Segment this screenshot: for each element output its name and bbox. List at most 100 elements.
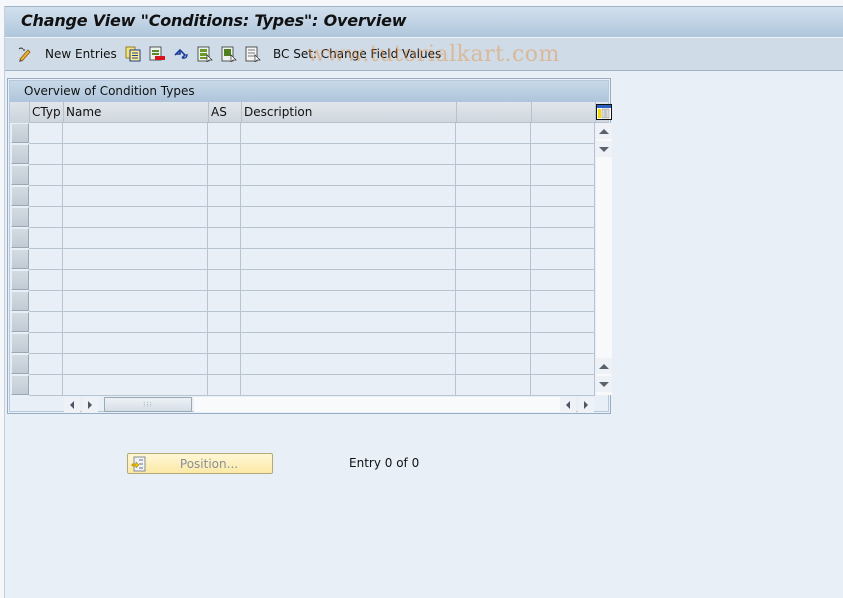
table-cell[interactable] bbox=[531, 354, 595, 374]
row-selector[interactable] bbox=[11, 144, 29, 164]
column-header-6[interactable] bbox=[532, 102, 596, 123]
table-row[interactable] bbox=[29, 354, 595, 375]
table-cell[interactable] bbox=[456, 333, 531, 353]
table-cell[interactable] bbox=[208, 270, 241, 290]
row-selector[interactable] bbox=[11, 291, 29, 311]
horizontal-scrollbar[interactable]: ⁝⁝⁝ bbox=[64, 397, 594, 413]
scroll-right-button[interactable] bbox=[82, 397, 98, 413]
table-cell[interactable] bbox=[531, 144, 595, 164]
table-cell[interactable] bbox=[208, 291, 241, 311]
table-cell[interactable] bbox=[63, 207, 208, 227]
table-cell[interactable] bbox=[29, 375, 63, 395]
select-block-button[interactable] bbox=[221, 45, 237, 63]
table-cell[interactable] bbox=[208, 249, 241, 269]
table-cell[interactable] bbox=[531, 165, 595, 185]
table-cell[interactable] bbox=[241, 312, 456, 332]
table-cell[interactable] bbox=[531, 228, 595, 248]
table-cell[interactable] bbox=[241, 249, 456, 269]
table-cell[interactable] bbox=[456, 123, 531, 143]
table-cell[interactable] bbox=[63, 249, 208, 269]
column-header-description[interactable]: Description bbox=[242, 102, 457, 123]
table-cell[interactable] bbox=[456, 354, 531, 374]
page-down-button[interactable] bbox=[596, 141, 612, 157]
table-cell[interactable] bbox=[241, 165, 456, 185]
scroll-down-button[interactable] bbox=[596, 376, 612, 392]
table-cell[interactable] bbox=[208, 144, 241, 164]
table-cell[interactable] bbox=[29, 270, 63, 290]
table-row[interactable] bbox=[29, 228, 595, 249]
table-cell[interactable] bbox=[208, 207, 241, 227]
table-cell[interactable] bbox=[29, 123, 63, 143]
row-selector[interactable] bbox=[11, 333, 29, 353]
table-cell[interactable] bbox=[531, 207, 595, 227]
row-selector[interactable] bbox=[11, 375, 29, 395]
page-up-button[interactable] bbox=[596, 358, 612, 374]
table-cell[interactable] bbox=[531, 249, 595, 269]
table-cell[interactable] bbox=[63, 354, 208, 374]
select-all-rows-corner[interactable] bbox=[10, 102, 30, 123]
horizontal-scroll-track[interactable] bbox=[194, 397, 560, 412]
column-header-name[interactable]: Name bbox=[64, 102, 209, 123]
column-header-ctyp[interactable]: CTyp bbox=[30, 102, 64, 123]
row-selector[interactable] bbox=[11, 186, 29, 206]
table-cell[interactable] bbox=[456, 249, 531, 269]
horizontal-scroll-thumb[interactable]: ⁝⁝⁝ bbox=[104, 397, 192, 412]
select-all-button[interactable] bbox=[197, 45, 213, 63]
table-row[interactable] bbox=[29, 249, 595, 270]
table-cell[interactable] bbox=[29, 186, 63, 206]
table-cell[interactable] bbox=[456, 186, 531, 206]
table-settings-button[interactable] bbox=[596, 104, 612, 120]
table-cell[interactable] bbox=[63, 375, 208, 395]
row-selector[interactable] bbox=[11, 207, 29, 227]
table-cell[interactable] bbox=[208, 165, 241, 185]
table-cell[interactable] bbox=[241, 270, 456, 290]
table-row[interactable] bbox=[29, 333, 595, 354]
row-selector[interactable] bbox=[11, 312, 29, 332]
table-cell[interactable] bbox=[241, 228, 456, 248]
table-cell[interactable] bbox=[63, 186, 208, 206]
row-selector[interactable] bbox=[11, 270, 29, 290]
table-cell[interactable] bbox=[531, 291, 595, 311]
table-cell[interactable] bbox=[29, 228, 63, 248]
table-cell[interactable] bbox=[456, 291, 531, 311]
scroll-far-right-button[interactable] bbox=[578, 397, 594, 413]
table-row[interactable] bbox=[29, 186, 595, 207]
table-cell[interactable] bbox=[456, 375, 531, 395]
table-cell[interactable] bbox=[208, 354, 241, 374]
table-row[interactable] bbox=[29, 270, 595, 291]
table-cell[interactable] bbox=[208, 228, 241, 248]
row-selector[interactable] bbox=[11, 228, 29, 248]
table-cell[interactable] bbox=[29, 249, 63, 269]
row-selector[interactable] bbox=[11, 249, 29, 269]
table-cell[interactable] bbox=[241, 375, 456, 395]
table-cell[interactable] bbox=[63, 165, 208, 185]
copy-as-button[interactable] bbox=[125, 45, 141, 63]
row-selector[interactable] bbox=[11, 354, 29, 374]
table-cell[interactable] bbox=[63, 123, 208, 143]
table-cell[interactable] bbox=[531, 312, 595, 332]
table-cell[interactable] bbox=[456, 207, 531, 227]
table-cell[interactable] bbox=[29, 144, 63, 164]
table-cell[interactable] bbox=[29, 312, 63, 332]
vertical-scrollbar[interactable] bbox=[596, 123, 612, 395]
table-row[interactable] bbox=[29, 123, 595, 144]
table-cell[interactable] bbox=[456, 228, 531, 248]
table-cell[interactable] bbox=[241, 207, 456, 227]
table-cell[interactable] bbox=[456, 144, 531, 164]
row-selector[interactable] bbox=[11, 123, 29, 143]
table-row[interactable] bbox=[29, 165, 595, 186]
table-cell[interactable] bbox=[63, 333, 208, 353]
table-cell[interactable] bbox=[63, 228, 208, 248]
table-cell[interactable] bbox=[29, 207, 63, 227]
table-row[interactable] bbox=[29, 312, 595, 333]
table-cell[interactable] bbox=[63, 312, 208, 332]
scroll-far-left-button[interactable] bbox=[560, 397, 576, 413]
table-row[interactable] bbox=[29, 375, 595, 396]
table-cell[interactable] bbox=[208, 312, 241, 332]
table-row[interactable] bbox=[29, 144, 595, 165]
table-cell[interactable] bbox=[531, 270, 595, 290]
table-cell[interactable] bbox=[208, 375, 241, 395]
table-cell[interactable] bbox=[531, 375, 595, 395]
table-cell[interactable] bbox=[241, 144, 456, 164]
table-cell[interactable] bbox=[63, 144, 208, 164]
